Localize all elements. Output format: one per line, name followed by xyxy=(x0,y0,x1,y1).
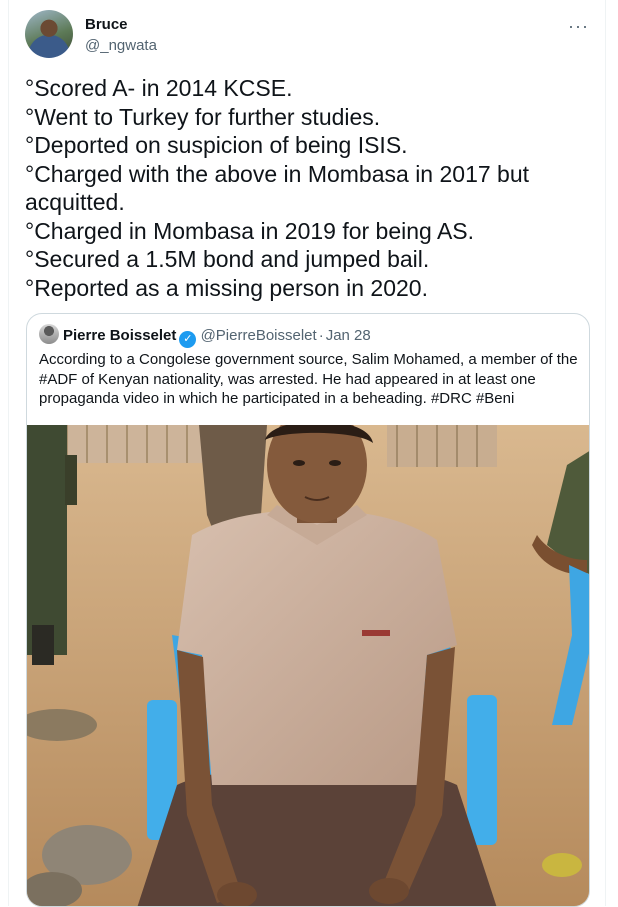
quoted-tweet-text: According to a Congolese government sour… xyxy=(39,351,578,407)
author-name[interactable]: Bruce xyxy=(85,16,128,33)
separator: · xyxy=(318,327,324,344)
quoted-tweet-header: Pierre Boisselet ✓ @PierreBoisselet · Jan 2… xyxy=(39,324,577,348)
author-handle[interactable]: @_ngwata xyxy=(85,37,157,54)
quoted-avatar[interactable] xyxy=(39,324,59,344)
more-horizontal-icon[interactable]: ··· xyxy=(568,16,589,37)
verified-badge-icon: ✓ xyxy=(179,331,197,348)
tweet-line: °Scored A- in 2014 KCSE. xyxy=(25,75,293,101)
tweet-line: °Secured a 1.5M bond and jumped bail. xyxy=(25,246,430,272)
quoted-date[interactable]: Jan 28 xyxy=(326,327,371,344)
tweet-line: °Charged in Mombasa in 2019 for being AS… xyxy=(25,217,475,244)
tweet-text: °Scored A- in 2014 KCSE. °Went to Turkey… xyxy=(25,74,595,302)
avatar[interactable] xyxy=(25,10,73,58)
tweet-line: °Deported on suspicion of being ISIS. xyxy=(25,132,408,158)
quoted-author-name[interactable]: Pierre Boisselet xyxy=(63,327,176,344)
tweet-line: °Went to Turkey for further studies. xyxy=(25,103,381,130)
quoted-tweet[interactable]: Pierre Boisselet ✓ @PierreBoisselet · Jan 2… xyxy=(26,313,590,907)
tweet-header: Bruce @_ngwata ··· xyxy=(25,10,589,62)
photo-illustration xyxy=(27,425,589,906)
tweet-line: °Charged with the above in Mombasa in 20… xyxy=(25,160,530,216)
tweet-line: °Reported as a missing person in 2020. xyxy=(25,274,428,301)
quoted-author-handle[interactable]: @PierreBoisselet xyxy=(201,327,317,344)
quoted-photo[interactable] xyxy=(27,425,589,906)
